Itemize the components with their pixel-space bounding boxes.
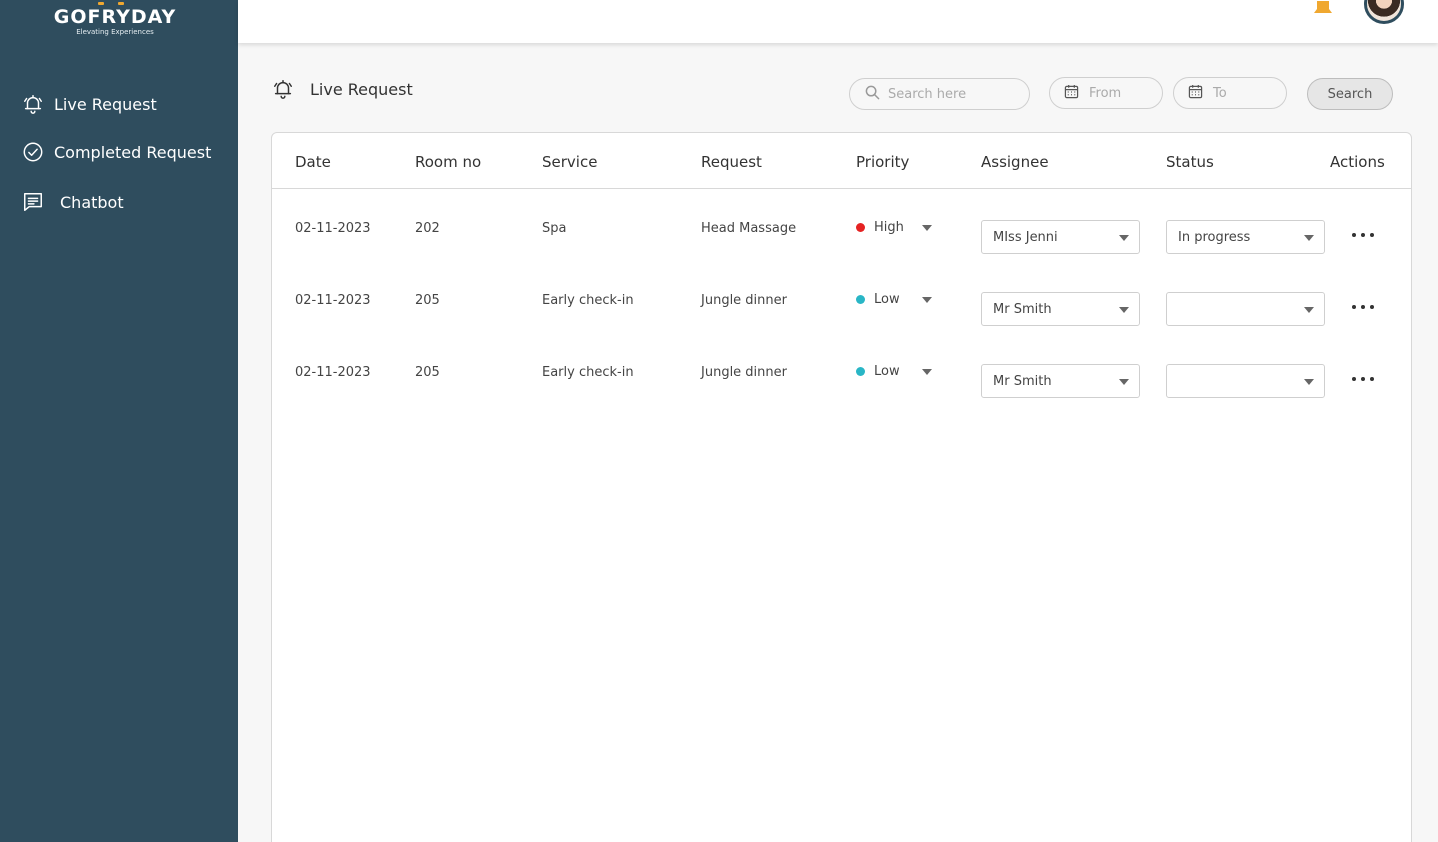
cell-service: Early check-in: [542, 365, 634, 380]
top-header: [238, 0, 1438, 43]
column-header-actions: Actions: [1330, 153, 1385, 171]
sidebar-item-label: Chatbot: [60, 192, 124, 212]
priority-selector[interactable]: Low: [856, 364, 932, 379]
from-date-picker[interactable]: From: [1049, 77, 1163, 109]
assignee-dropdown[interactable]: MIss Jenni: [981, 220, 1140, 254]
cell-date: 02-11-2023: [295, 293, 371, 308]
status-dropdown[interactable]: [1166, 364, 1325, 398]
chevron-down-icon: [921, 368, 932, 375]
brand-name: GOFRYDAY: [53, 6, 177, 28]
chevron-down-icon: [1119, 379, 1129, 385]
cell-date: 02-11-2023: [295, 365, 371, 380]
cell-room: 205: [415, 365, 440, 380]
column-header-status: Status: [1166, 153, 1214, 171]
assignee-value: MIss Jenni: [993, 229, 1058, 245]
sidebar-nav: Live Request Completed Request Chatbot: [0, 88, 238, 218]
assignee-value: Mr Smith: [993, 373, 1052, 389]
table-row: 02-11-2023 205 Early check-in Jungle din…: [272, 339, 1411, 411]
sidebar-item-completed-request[interactable]: Completed Request: [0, 136, 238, 168]
user-avatar[interactable]: [1364, 0, 1404, 24]
chevron-down-icon: [1304, 379, 1314, 385]
page-title: Live Request: [272, 78, 413, 100]
chevron-down-icon: [1119, 307, 1129, 313]
calendar-icon: [1064, 84, 1079, 103]
priority-label: High: [874, 220, 904, 235]
chevron-down-icon: [1304, 235, 1314, 241]
cell-room: 205: [415, 293, 440, 308]
priority-label: Low: [874, 364, 900, 379]
cell-room: 202: [415, 221, 440, 236]
sidebar-item-label: Completed Request: [54, 142, 212, 162]
sidebar-item-live-request[interactable]: Live Request: [0, 88, 238, 120]
page-title-text: Live Request: [310, 79, 413, 99]
column-header-date: Date: [295, 153, 331, 171]
table-body: 02-11-2023 202 Spa Head Massage High MIs…: [272, 195, 1411, 411]
from-date-label: From: [1089, 85, 1122, 101]
logo-accent: [98, 2, 124, 5]
cell-request: Jungle dinner: [701, 293, 787, 308]
bell-icon: [272, 78, 294, 100]
priority-low-dot: [856, 367, 865, 376]
cell-service: Spa: [542, 221, 567, 236]
column-header-request: Request: [701, 153, 762, 171]
cell-service: Early check-in: [542, 293, 634, 308]
cell-request: Head Massage: [701, 221, 797, 236]
priority-low-dot: [856, 295, 865, 304]
more-actions-icon[interactable]: [1352, 297, 1374, 317]
column-header-service: Service: [542, 153, 598, 171]
assignee-value: Mr Smith: [993, 301, 1052, 317]
search-input[interactable]: [888, 86, 1018, 102]
to-date-picker[interactable]: To: [1173, 77, 1287, 109]
column-header-priority: Priority: [856, 153, 910, 171]
notification-bell-icon[interactable]: [1312, 0, 1334, 19]
status-dropdown[interactable]: [1166, 292, 1325, 326]
chevron-down-icon: [921, 296, 932, 303]
priority-label: Low: [874, 292, 900, 307]
assignee-dropdown[interactable]: Mr Smith: [981, 292, 1140, 326]
requests-table: Date Room no Service Request Priority As…: [271, 132, 1412, 842]
cell-request: Jungle dinner: [701, 365, 787, 380]
chevron-down-icon: [1304, 307, 1314, 313]
status-value: In progress: [1178, 229, 1251, 245]
search-field[interactable]: [849, 78, 1030, 110]
brand-logo[interactable]: GOFRYDAY Elevating Experiences: [42, 2, 188, 36]
column-header-room: Room no: [415, 153, 482, 171]
check-circle-icon: [22, 141, 44, 163]
search-icon: [865, 85, 880, 104]
cell-date: 02-11-2023: [295, 221, 371, 236]
status-dropdown[interactable]: In progress: [1166, 220, 1325, 254]
table-row: 02-11-2023 202 Spa Head Massage High MIs…: [272, 195, 1411, 267]
bell-icon: [22, 93, 44, 115]
assignee-dropdown[interactable]: Mr Smith: [981, 364, 1140, 398]
sidebar-item-chatbot[interactable]: Chatbot: [0, 186, 238, 218]
search-button[interactable]: Search: [1307, 78, 1393, 110]
calendar-icon: [1188, 84, 1203, 103]
chevron-down-icon: [921, 224, 932, 231]
more-actions-icon[interactable]: [1352, 369, 1374, 389]
chevron-down-icon: [1119, 235, 1129, 241]
priority-high-dot: [856, 223, 865, 232]
priority-selector[interactable]: High: [856, 220, 932, 235]
priority-selector[interactable]: Low: [856, 292, 932, 307]
table-row: 02-11-2023 205 Early check-in Jungle din…: [272, 267, 1411, 339]
table-header: Date Room no Service Request Priority As…: [272, 133, 1411, 189]
to-date-label: To: [1213, 85, 1227, 101]
sidebar-item-label: Live Request: [54, 94, 157, 114]
column-header-assignee: Assignee: [981, 153, 1049, 171]
chat-icon: [22, 191, 44, 213]
sidebar: GOFRYDAY Elevating Experiences Live Requ…: [0, 0, 238, 842]
more-actions-icon[interactable]: [1352, 225, 1374, 245]
